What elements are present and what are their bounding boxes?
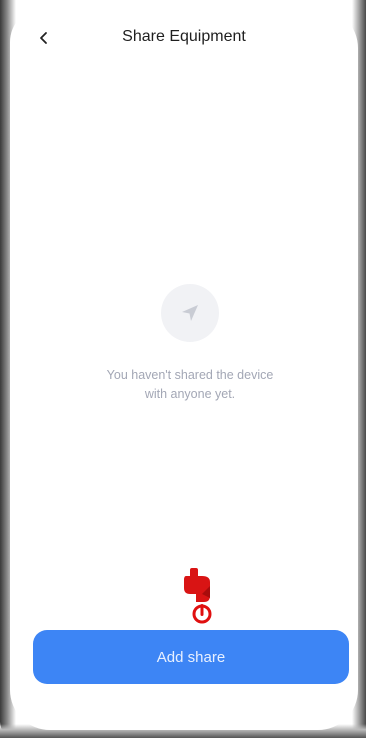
add-share-button[interactable]: Add share xyxy=(33,630,349,684)
empty-state-icon-circle xyxy=(161,284,219,342)
empty-state-message-line-1: You haven't shared the device xyxy=(106,368,274,382)
page-title: Share Equipment xyxy=(122,28,246,45)
empty-state-message-line-2: with anyone yet. xyxy=(144,387,236,401)
send-arrow-icon xyxy=(182,305,198,321)
header-bar: Share Equipment xyxy=(10,8,358,68)
phone-mockup: Share Equipment You haven't shared the d… xyxy=(0,0,366,738)
app-screen: Share Equipment You haven't shared the d… xyxy=(10,8,358,730)
pointing-hand-icon xyxy=(184,568,212,624)
empty-state-message: You haven't shared the device with anyon… xyxy=(50,366,330,404)
